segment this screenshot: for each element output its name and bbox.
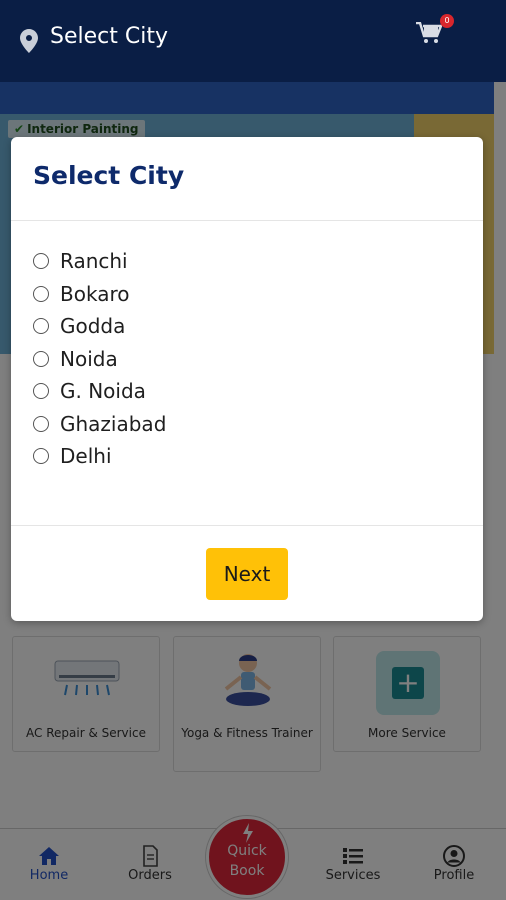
city-radio-list: Ranchi Bokaro Godda Noida G. Noida Ghazi…	[33, 245, 453, 473]
radio-button[interactable]	[33, 448, 49, 465]
city-label: Noida	[60, 346, 118, 371]
radio-button[interactable]	[33, 285, 49, 302]
radio-button[interactable]	[33, 415, 49, 432]
city-option-ranchi[interactable]: Ranchi	[33, 245, 453, 278]
city-option-bokaro[interactable]: Bokaro	[33, 278, 453, 311]
radio-button[interactable]	[33, 350, 49, 367]
dialog-title: Select City	[33, 161, 185, 190]
city-label: Godda	[60, 314, 126, 339]
select-city-dialog: Select City Ranchi Bokaro Godda Noida G.…	[11, 137, 483, 621]
city-label: Ranchi	[60, 249, 128, 274]
dialog-header: Select City	[11, 137, 483, 221]
dialog-footer: Next	[11, 525, 483, 621]
city-option-delhi[interactable]: Delhi	[33, 440, 453, 473]
city-label: G. Noida	[60, 379, 146, 404]
city-label: Bokaro	[60, 281, 130, 306]
app-header: Select City 0	[0, 0, 506, 82]
city-option-godda[interactable]: Godda	[33, 310, 453, 343]
city-option-ghaziabad[interactable]: Ghaziabad	[33, 408, 453, 441]
location-pin-icon	[20, 29, 38, 53]
radio-button[interactable]	[33, 383, 49, 400]
cart-count-badge: 0	[440, 14, 454, 28]
next-button[interactable]: Next	[206, 548, 288, 600]
city-label: Delhi	[60, 444, 112, 469]
radio-button[interactable]	[33, 318, 49, 335]
header-title[interactable]: Select City	[50, 24, 168, 49]
cart-icon[interactable]	[416, 22, 442, 44]
city-label: Ghaziabad	[60, 411, 167, 436]
city-option-noida[interactable]: Noida	[33, 343, 453, 376]
radio-button[interactable]	[33, 253, 49, 270]
city-option-g-noida[interactable]: G. Noida	[33, 375, 453, 408]
